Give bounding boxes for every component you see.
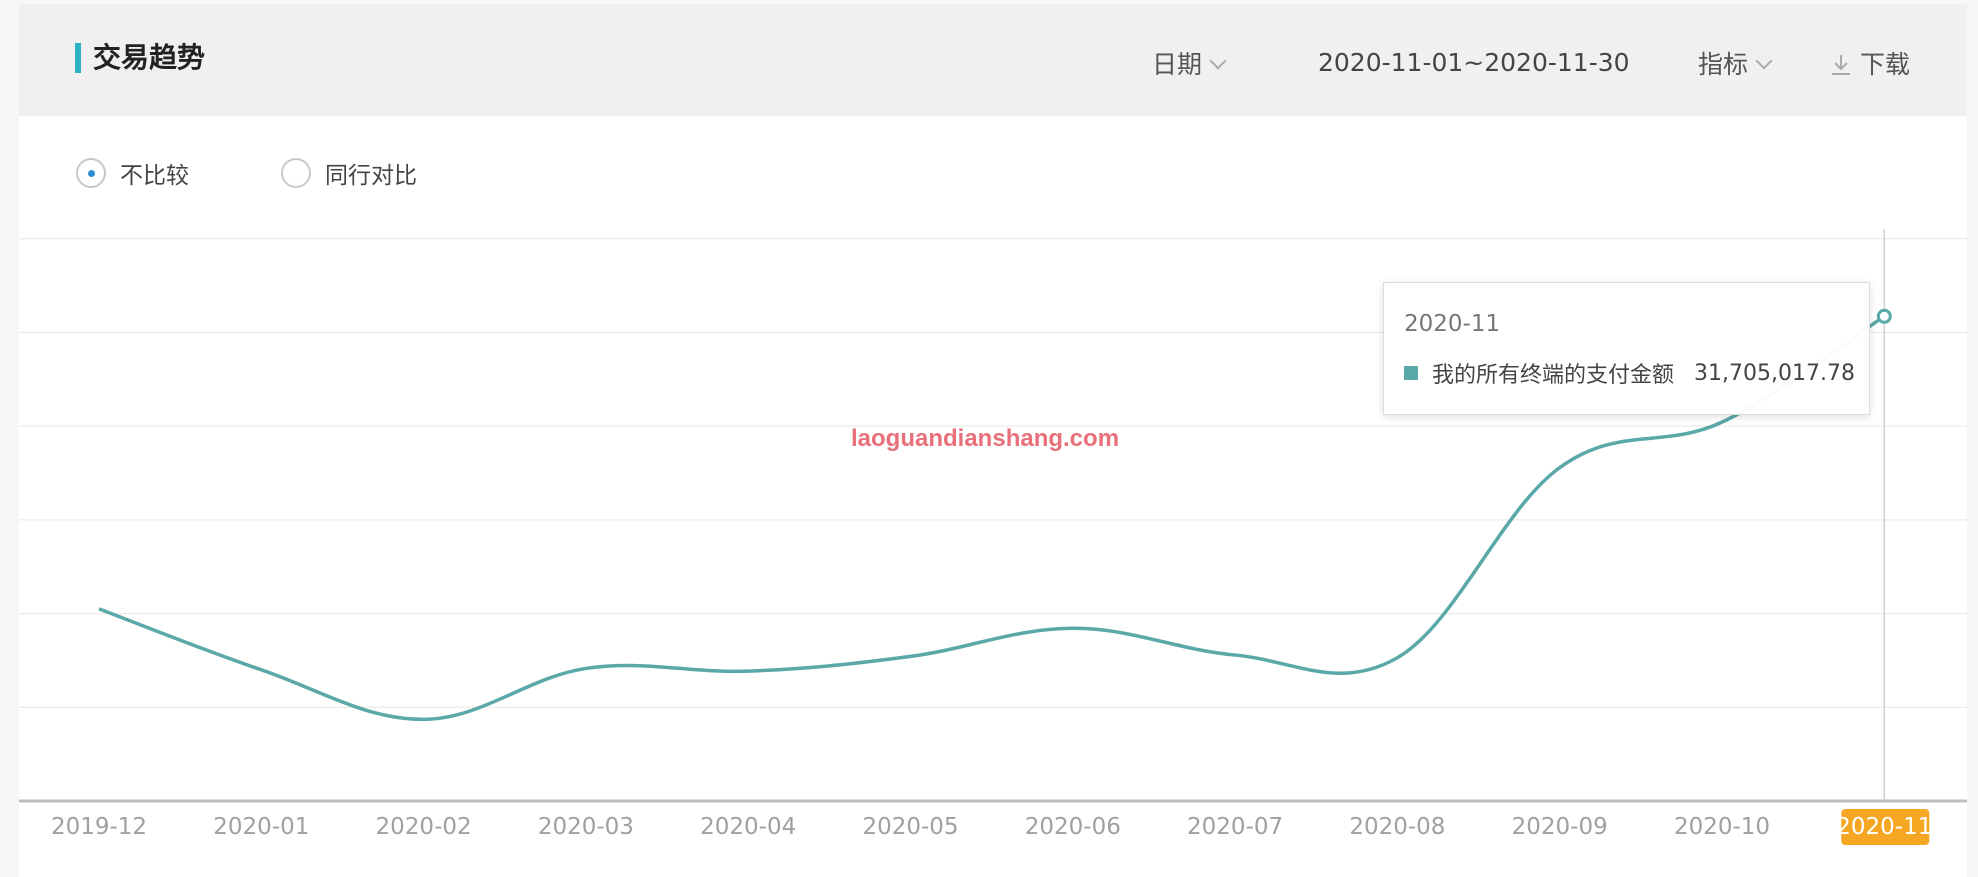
radio-button-checked[interactable] — [76, 158, 106, 188]
trade-trend-card: 交易趋势 日期 2020-11-01~2020-11-30 指标 下载 不比较 … — [19, 4, 1967, 877]
radio-peer-compare-label: 同行对比 — [325, 163, 417, 189]
x-tick-label: 2020-10 — [1674, 814, 1770, 840]
date-range-picker[interactable]: 2020-11-01~2020-11-30 — [1318, 46, 1630, 80]
x-tick-label: 2020-08 — [1349, 814, 1445, 840]
x-tick-label: 2020-06 — [1025, 814, 1121, 840]
x-tick-label: 2020-04 — [700, 814, 796, 840]
radio-peer-compare[interactable]: 同行对比 — [281, 156, 417, 190]
x-tick-label: 2020-11 — [1836, 814, 1932, 840]
tooltip-series-name: 我的所有终端的支付金额 — [1432, 363, 1675, 388]
radio-no-compare-label: 不比较 — [120, 163, 189, 189]
chart-tooltip: 2020-11 我的所有终端的支付金额 31,705,017.78 — [1383, 282, 1870, 415]
metric-dropdown[interactable]: 指标 — [1698, 48, 1773, 82]
card-title: 交易趋势 — [93, 41, 206, 74]
tooltip-title: 2020-11 — [1404, 311, 1501, 337]
card-header: 交易趋势 日期 2020-11-01~2020-11-30 指标 下载 — [19, 4, 1967, 116]
title-accent-bar — [75, 43, 81, 73]
tooltip-value: 31,705,017.78 — [1694, 360, 1855, 386]
date-granularity-dropdown[interactable]: 日期 — [1152, 48, 1227, 82]
series-swatch — [1404, 366, 1418, 380]
tooltip-row: 我的所有终端的支付金额 31,705,017.78 — [1404, 357, 1855, 389]
x-tick-label: 2020-07 — [1187, 814, 1283, 840]
metric-dropdown-label: 指标 — [1698, 50, 1749, 79]
date-dropdown-label: 日期 — [1152, 50, 1203, 79]
radio-button-unchecked[interactable] — [281, 158, 311, 188]
highlighted-data-point — [1876, 308, 1892, 324]
radio-no-compare[interactable]: 不比较 — [76, 156, 189, 190]
download-button[interactable]: 下载 — [1830, 48, 1910, 82]
x-tick-label: 2020-01 — [213, 814, 309, 840]
date-range-text: 2020-11-01~2020-11-30 — [1318, 48, 1630, 77]
chevron-down-icon — [1755, 52, 1773, 70]
x-tick-label: 2020-05 — [862, 814, 958, 840]
download-icon — [1832, 55, 1850, 75]
download-label: 下载 — [1860, 50, 1911, 79]
x-tick-label: 2020-02 — [376, 814, 472, 840]
chevron-down-icon — [1209, 52, 1227, 70]
x-tick-label: 2019-12 — [51, 814, 147, 840]
watermark-text: laoguandianshang.com — [851, 425, 1120, 452]
x-tick-label: 2020-03 — [538, 814, 634, 840]
x-tick-label: 2020-09 — [1512, 814, 1608, 840]
